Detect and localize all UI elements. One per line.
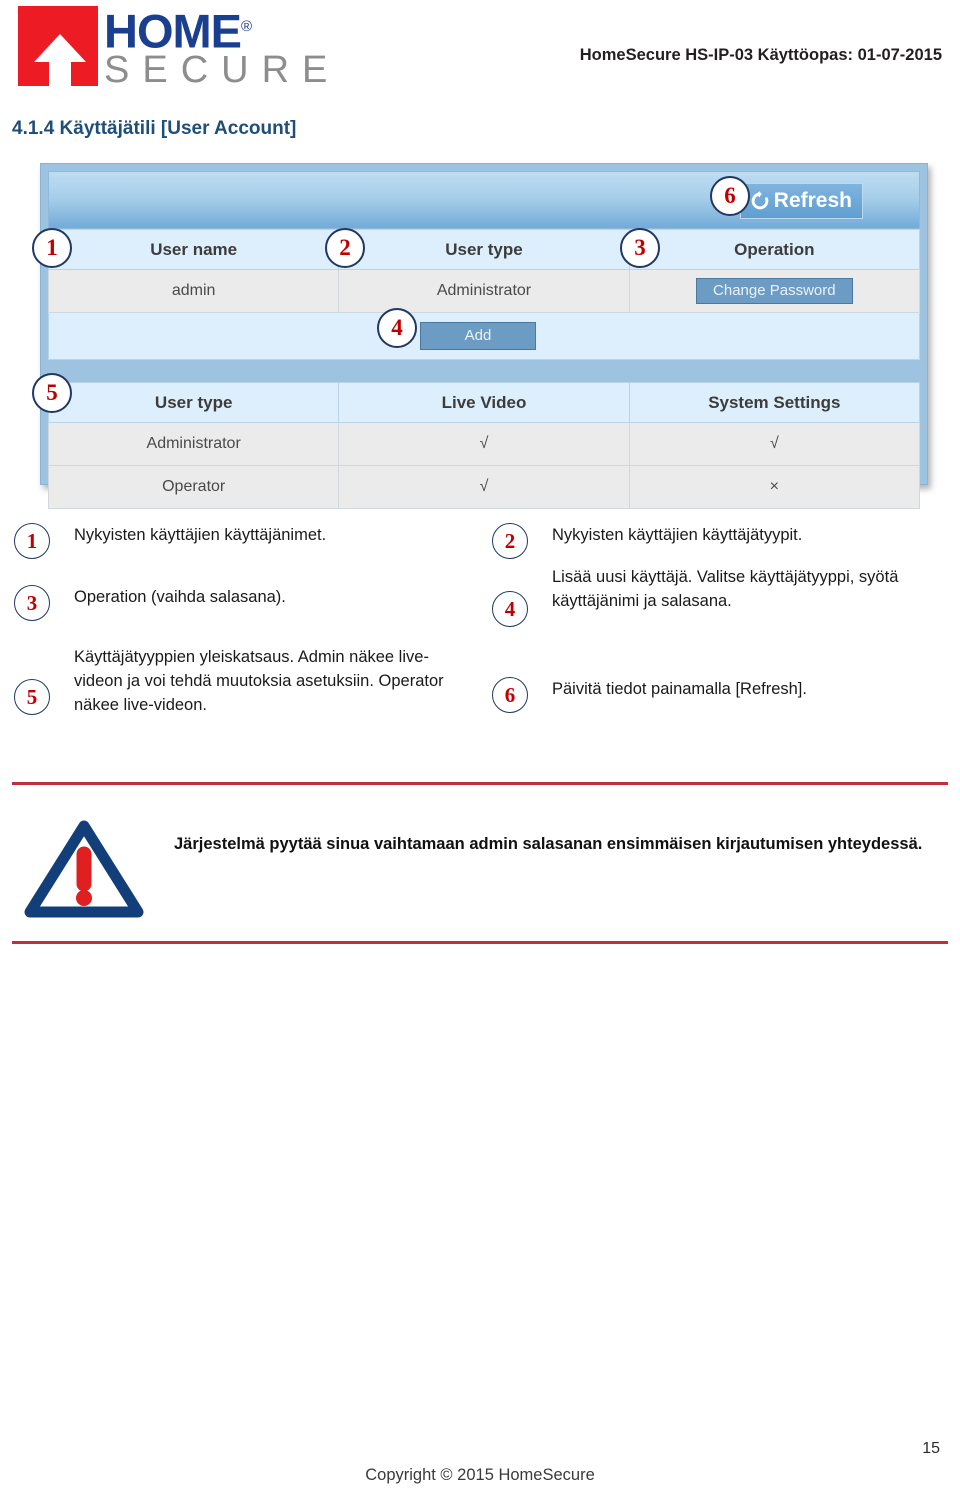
users-table-header-row: User name User type Operation: [47, 229, 921, 270]
table-row: admin Administrator Change Password: [47, 269, 921, 313]
logo-house-roof-icon: [34, 34, 86, 62]
refresh-button[interactable]: Refresh: [739, 183, 863, 219]
permissions-table: User type Live Video System Settings Adm…: [47, 382, 921, 509]
refresh-button-label: Refresh: [773, 189, 852, 212]
legend-text-4: Lisää uusi käyttäjä. Valitse käyttäjätyy…: [552, 568, 899, 610]
callout-marker-2: 2: [325, 228, 365, 268]
panel-divider: [48, 360, 920, 382]
callout-marker-4: 4: [377, 308, 417, 348]
legend-text-3: Operation (vaihda salasana).: [74, 588, 286, 606]
col-perm-user-type: User type: [47, 382, 340, 423]
cell-user-name: admin: [47, 269, 340, 313]
legend-text-2: Nykyisten käyttäjien käyttäjätyypit.: [552, 526, 803, 544]
legend-text-5: Käyttäjätyyppien yleiskatsaus. Admin näk…: [74, 648, 444, 714]
change-password-button[interactable]: Change Password: [696, 278, 853, 304]
cell-operation: Change Password: [628, 269, 921, 313]
copyright-notice: Copyright © 2015 HomeSecure: [365, 1466, 595, 1484]
legend-item-4: 4 Lisää uusi käyttäjä. Valitse käyttäjät…: [492, 565, 932, 627]
page-number: 15: [922, 1440, 940, 1457]
permissions-table-header-row: User type Live Video System Settings: [47, 382, 921, 423]
callout-marker-6: 6: [710, 176, 750, 216]
document-header: HOME® SECURE HomeSecure HS-IP-03 Käyttöo…: [0, 0, 960, 100]
legend-badge-5: 5: [14, 679, 50, 715]
callout-marker-5: 5: [32, 373, 72, 413]
cell-perm-user-type: Administrator: [47, 422, 340, 466]
warning-box: Järjestelmä pyytää sinua vaihtamaan admi…: [12, 800, 948, 930]
legend-item-6: 6 Päivitä tiedot painamalla [Refresh].: [492, 677, 807, 713]
legend-text-6: Päivitä tiedot painamalla [Refresh].: [552, 680, 807, 698]
legend-text-1: Nykyisten käyttäjien käyttäjänimet.: [74, 526, 327, 544]
legend-item-2: 2 Nykyisten käyttäjien käyttäjätyypit.: [492, 523, 802, 559]
cell-perm-live-video: √: [338, 465, 630, 509]
col-user-name: User name: [47, 229, 340, 270]
warning-triangle-icon: [24, 818, 144, 918]
cell-user-type: Administrator: [338, 269, 630, 313]
legend-badge-3: 3: [14, 585, 50, 621]
cell-perm-user-type: Operator: [47, 465, 340, 509]
callout-marker-3: 3: [620, 228, 660, 268]
warning-rule-bottom: [12, 941, 948, 944]
legend-item-5: 5 Käyttäjätyyppien yleiskatsaus. Admin n…: [14, 645, 454, 717]
homesecure-logo: HOME® SECURE: [18, 4, 327, 92]
screenshot-toolbar: Refresh: [48, 171, 920, 229]
cell-perm-live-video: √: [338, 422, 630, 466]
table-row: Administrator √ √: [47, 422, 921, 466]
add-user-cell: Add: [48, 312, 920, 360]
warning-text: Järjestelmä pyytää sinua vaihtamaan admi…: [174, 835, 923, 853]
warning-rule-top: [12, 782, 948, 785]
legend-badge-1: 1: [14, 523, 50, 559]
ui-screenshot-panel: Refresh User name User type Operation ad…: [40, 163, 928, 509]
table-row: Operator √ ×: [47, 465, 921, 509]
col-user-type: User type: [338, 229, 630, 270]
cell-perm-system-settings: ×: [628, 465, 921, 509]
legend-item-3: 3 Operation (vaihda salasana).: [14, 585, 286, 621]
logo-wordmark-secure: SECURE: [104, 49, 341, 91]
add-user-button[interactable]: Add: [419, 322, 537, 350]
cell-perm-system-settings: √: [628, 422, 921, 466]
legend-badge-6: 6: [492, 677, 528, 713]
col-perm-system-settings: System Settings: [628, 382, 921, 423]
col-perm-live-video: Live Video: [338, 382, 630, 423]
users-table: User name User type Operation admin Admi…: [47, 229, 921, 360]
col-operation: Operation: [628, 229, 921, 270]
callout-marker-1: 1: [32, 228, 72, 268]
logo-registered-mark: ®: [241, 18, 252, 35]
page-title: 4.1.4 Käyttäjätili [User Account]: [12, 118, 297, 139]
logo-house-body-icon: [49, 60, 71, 88]
legend-badge-4: 4: [492, 591, 528, 627]
legend-item-1: 1 Nykyisten käyttäjien käyttäjänimet.: [14, 523, 326, 559]
legend-badge-2: 2: [492, 523, 528, 559]
add-user-row: Add: [48, 312, 920, 360]
header-reference-text: HomeSecure HS-IP-03 Käyttöopas: 01-07-20…: [579, 46, 942, 64]
callout-legend: 1 Nykyisten käyttäjien käyttäjänimet. 3 …: [0, 505, 960, 770]
refresh-icon: [749, 190, 771, 212]
